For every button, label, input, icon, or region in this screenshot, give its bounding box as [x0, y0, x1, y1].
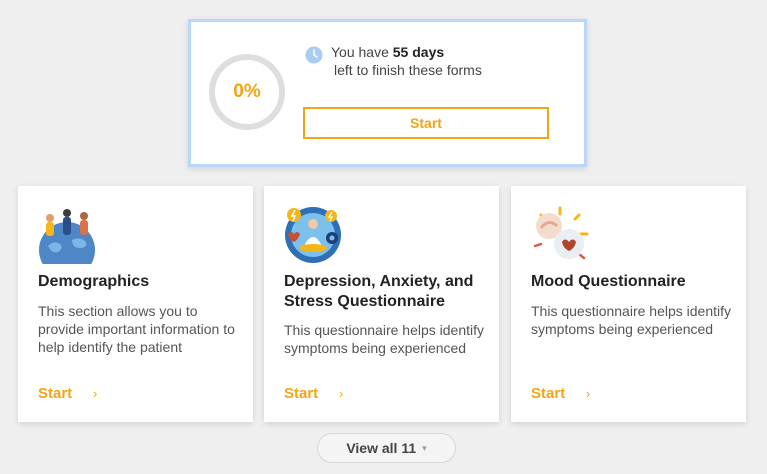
chevron-right-icon: › [586, 386, 591, 401]
heart-hands-icon [533, 206, 589, 260]
chevron-right-icon: › [339, 386, 344, 401]
progress-percent: 0% [233, 81, 261, 102]
meditation-icon [285, 207, 341, 263]
form-card-dass[interactable]: Depression, Anxiety, and Stress Question… [264, 186, 499, 422]
progress-card: 0% You have 55 days left to finish these… [188, 19, 587, 167]
card-title: Depression, Anxiety, and Stress Question… [284, 273, 474, 310]
globe-people-icon [39, 209, 95, 264]
view-all-button[interactable]: View all 11 ▾ [317, 433, 456, 463]
days-value: 55 days [392, 44, 445, 60]
card-description: This section allows you to provide impor… [38, 303, 235, 355]
card-start-button[interactable]: Start [38, 385, 72, 402]
progress-ring: 0% [209, 54, 285, 130]
form-card-mood[interactable]: Mood Questionnaire This questionnaire he… [511, 186, 746, 422]
view-all-label: View all 11 [346, 440, 417, 456]
days-prefix: You have [331, 44, 389, 60]
card-title: Demographics [38, 273, 150, 290]
card-title: Mood Questionnaire [531, 273, 686, 290]
card-description: This questionnaire helps identify sympto… [284, 322, 485, 356]
days-remaining-text: You have 55 days [331, 44, 444, 60]
clock-icon [305, 46, 323, 64]
card-description: This questionnaire helps identify sympto… [531, 303, 732, 337]
chevron-right-icon: › [93, 386, 98, 401]
card-start-button[interactable]: Start [531, 385, 565, 402]
days-suffix: left to finish these forms [334, 62, 482, 78]
start-all-button[interactable]: Start [303, 107, 549, 139]
caret-down-icon: ▾ [422, 442, 427, 453]
form-card-demographics[interactable]: Demographics This section allows you to … [18, 186, 253, 422]
card-start-button[interactable]: Start [284, 385, 318, 402]
